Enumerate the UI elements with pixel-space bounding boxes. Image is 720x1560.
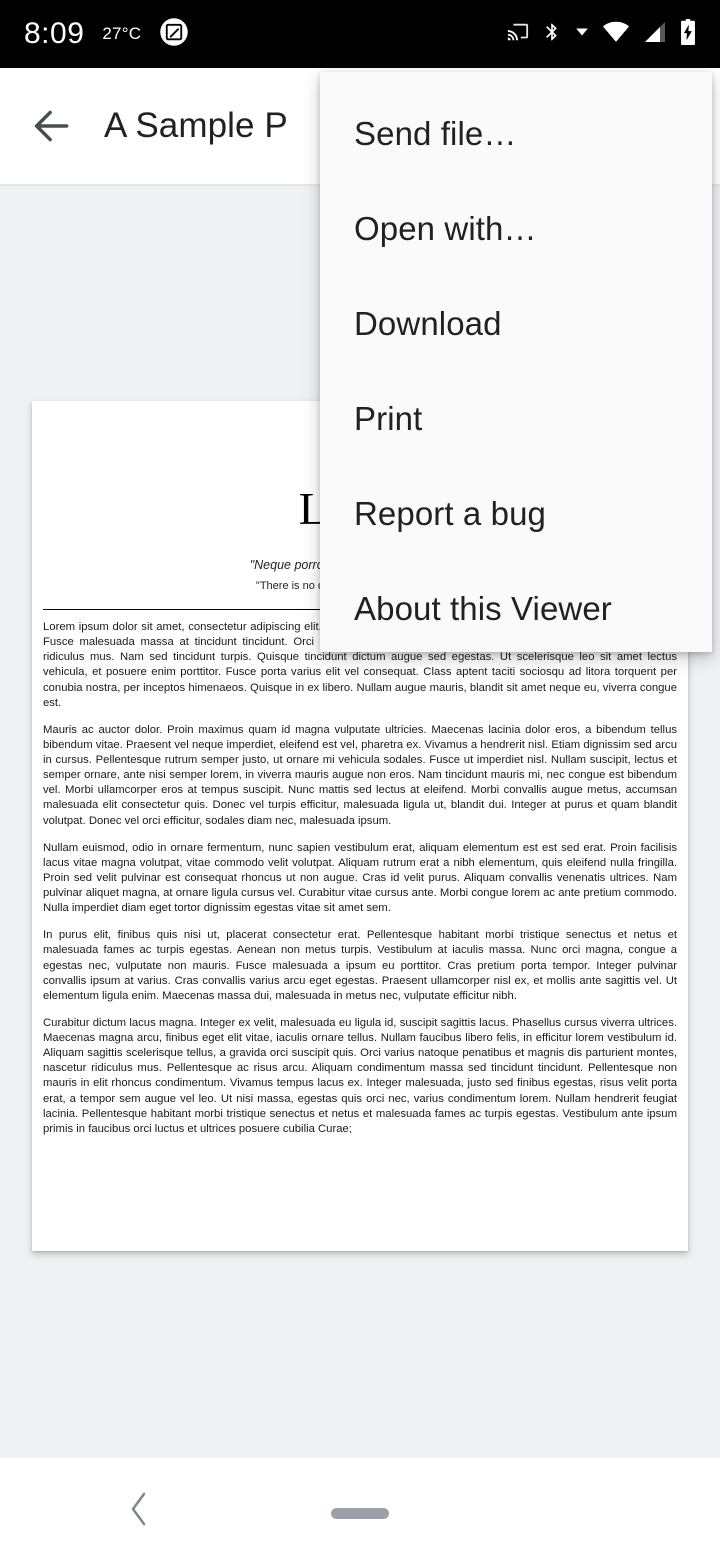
menu-item-report-a-bug[interactable]: Report a bug: [320, 466, 712, 561]
bluetooth-icon: [542, 20, 562, 49]
document-paragraph: Curabitur dictum lacus magna. Integer ex…: [43, 1016, 677, 1135]
document-paragraph: In purus elit, finibus quis nisi ut, pla…: [43, 929, 677, 1002]
status-clock: 8:09: [24, 17, 85, 50]
nav-back-button[interactable]: [110, 1458, 168, 1560]
document-paragraph: Nullam euismod, odio in ornare fermentum…: [43, 841, 677, 915]
gesture-pill[interactable]: [331, 1508, 389, 1519]
menu-item-open-with[interactable]: Open with…: [320, 181, 712, 276]
system-navigation-bar: [0, 1458, 720, 1560]
screenshot-icon: [159, 17, 189, 52]
document-paragraph: Mauris ac auctor dolor. Proin maximus qu…: [43, 723, 677, 827]
phone-screen: 8:09 27°C A Sample P "Neque porro "There…: [0, 0, 720, 1560]
menu-item-about-this-viewer[interactable]: About this Viewer: [320, 561, 712, 656]
overflow-menu: Send file… Open with… Download Print Rep…: [320, 72, 712, 652]
status-bar: 8:09 27°C: [0, 0, 720, 68]
back-arrow-button[interactable]: [0, 68, 104, 184]
status-bar-right: [507, 18, 696, 50]
status-bar-left: 8:09 27°C: [24, 17, 189, 52]
menu-item-print[interactable]: Print: [320, 371, 712, 466]
page-title: A Sample P: [104, 106, 288, 145]
chevron-left-icon: [131, 1492, 146, 1526]
battery-charging-icon: [680, 18, 696, 50]
data-arrow-icon: [575, 25, 589, 44]
cast-icon: [507, 21, 529, 48]
cellular-signal-icon: [643, 21, 667, 48]
status-temperature: 27°C: [102, 24, 142, 43]
arrow-left-icon: [34, 110, 69, 142]
wifi-icon: [602, 21, 630, 48]
menu-item-download[interactable]: Download: [320, 276, 712, 371]
menu-item-send-file[interactable]: Send file…: [320, 86, 712, 181]
